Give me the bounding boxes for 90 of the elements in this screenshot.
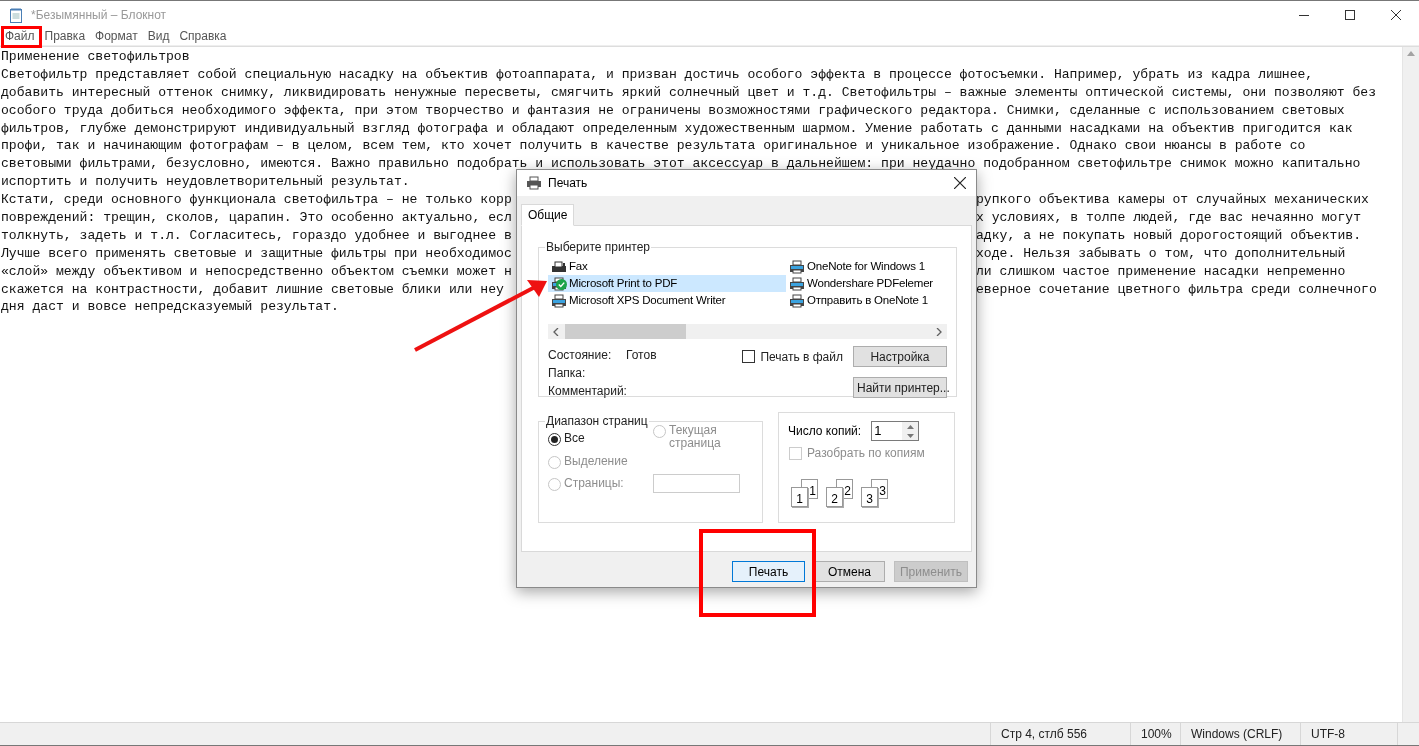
menu-item[interactable]: Файл xyxy=(0,27,40,45)
menu-item[interactable]: Правка xyxy=(39,27,91,45)
menu-item[interactable]: Формат xyxy=(90,27,143,45)
field-label: Число копий: xyxy=(788,423,862,440)
menu-item[interactable]: Вид xyxy=(142,27,175,45)
text-line: световыми фильтрами, безусловно, имеются. Важно правильно подобрать и использовать этот аксессуар в дальнейшем: при неудачно подобранном светофильтре снимок можно капитально xyxy=(1,155,1361,174)
text-line: х условиях, в толпе людей, где вас нечаянно могут xyxy=(976,209,1362,227)
printer-item[interactable]: OneNote for Windows 1 xyxy=(786,258,947,275)
printer-icon xyxy=(789,293,805,308)
printer-list[interactable]: Fax Microsoft Print to PDF Microsoft XPS Document Writer OneNote for Windows 1 Wondershare PDFelemer Отправить в OneNote 1 xyxy=(548,257,947,339)
text-line: особого труда добиться необходимого эффекта, при этом творчество и фантазия не ограничены возможностями графического редактора. Снимки, сделанные с использованием световых xyxy=(1,101,1345,120)
printer-item[interactable]: Wondershare PDFelemer xyxy=(786,275,947,292)
status-text: Windows (CRLF) xyxy=(1191,726,1283,743)
printer-name: OneNote for Windows 1 xyxy=(807,258,925,274)
page-number: 1 xyxy=(809,484,816,498)
printer-item[interactable]: Microsoft XPS Document Writer xyxy=(548,292,786,309)
printer-name: Microsoft Print to PDF xyxy=(569,275,678,291)
window-title: *Безымянный – Блокнот xyxy=(31,6,167,24)
page-number: 3 xyxy=(866,492,873,506)
close-icon[interactable] xyxy=(954,177,966,189)
find-printer-button[interactable]: Найти принтер... xyxy=(853,377,947,398)
text-line: испортить и получить неудовлетворительный результат. xyxy=(1,173,410,192)
group-title: Выберите принтер xyxy=(545,239,651,256)
radio-label: Выделение xyxy=(564,455,629,468)
spin-down-icon[interactable] xyxy=(906,433,914,438)
radio-label: Страницы: xyxy=(564,477,625,490)
text-line: рупкого объектива камеры от случайных механических xyxy=(976,191,1369,209)
text-line: ходе. Нельзя забывать о том, что дополнительный xyxy=(976,244,1346,263)
text-line: «слой» между объективом и непосредственно объектом съемки может н xyxy=(1,263,512,279)
text-line: дня даст и вовсе непредсказуемый результат. xyxy=(1,298,339,317)
printer-name: Wondershare PDFelemer xyxy=(807,275,933,291)
text-line: адку, а не покупать новый дорогостоящий объектив. xyxy=(976,226,1362,245)
spin-up-icon[interactable] xyxy=(906,424,914,429)
status-text: Стр 4, стлб 556 xyxy=(1001,726,1087,743)
scrollbar-thumb[interactable] xyxy=(565,324,686,339)
dialog-button[interactable]: Отмена xyxy=(814,561,885,582)
field-label: Комментарий: xyxy=(548,382,627,400)
text-line: ли слишком частое применение насадки непременно xyxy=(976,262,1346,281)
text-line: Кстати, среди основного функционала светофильтра – не только корр xyxy=(1,192,512,208)
fax-icon xyxy=(551,259,567,274)
page-number: 2 xyxy=(844,484,851,498)
text-line: профи, так и начинающим фотографам – в целом, всем тем, кто хочет получить в качестве результата оригинальное и уникальное изображение. Однако свои нюансы в работе со xyxy=(1,137,1306,156)
radio-button[interactable] xyxy=(548,433,561,446)
radio-label: Текущая страница xyxy=(669,424,722,450)
text-line: повреждений: трещин, сколов, царапин. Это особенно актуально, есл xyxy=(1,210,512,225)
printer-item[interactable]: Microsoft Print to PDF xyxy=(548,275,786,292)
field-value: Готов xyxy=(626,346,657,364)
maximize-icon[interactable] xyxy=(1345,9,1355,20)
printer-item[interactable]: Отправить в OneNote 1 xyxy=(786,292,947,309)
menu-item[interactable]: Справка xyxy=(174,27,232,45)
printer-icon xyxy=(789,276,805,291)
checkbox-label: Разобрать по копиям xyxy=(807,445,925,462)
text-line: Светофильтр представляет собой специальную насадку на объектив фотоаппарата, и призван достичь особого эффекта в процессе фотосъемки. Например, убрать из кадра лишнее, xyxy=(1,65,1314,84)
status-text: UTF-8 xyxy=(1311,726,1345,743)
text-line: фильтров, глубже демонстрируют индивидуальный взгляд фотографа и обладают определенным художественным шармом. Умение работать с данными насадками на объектив пригодится как xyxy=(1,119,1353,138)
printer-name: Отправить в OneNote 1 xyxy=(807,292,928,308)
printer-name: Microsoft XPS Document Writer xyxy=(569,292,726,308)
field-label: Состояние: xyxy=(548,346,613,364)
copies-spinbox[interactable]: 1 xyxy=(871,421,920,441)
page-number: 2 xyxy=(831,492,838,506)
radio-label: Все xyxy=(564,432,586,445)
vertical-scrollbar[interactable] xyxy=(1402,47,1419,722)
dialog-button[interactable]: Печать xyxy=(732,561,805,582)
preferences-button[interactable]: Настройка xyxy=(853,346,947,367)
close-icon[interactable] xyxy=(1391,9,1401,20)
checkbox-label: Печать в файл xyxy=(760,348,843,366)
page-number: 3 xyxy=(879,484,886,498)
text-line: Лучше всего применять световые и защитные фильтры при необходимос xyxy=(1,245,512,261)
pages-input-field[interactable] xyxy=(653,474,740,493)
horizontal-scrollbar[interactable] xyxy=(548,324,947,339)
scroll-up-icon[interactable] xyxy=(1407,51,1415,56)
checkbox[interactable] xyxy=(742,350,756,363)
group-title: Диапазон страниц xyxy=(545,413,649,430)
text-line: Применение светофильтров xyxy=(1,48,190,66)
dialog-title: Печать xyxy=(548,175,588,192)
printer-name: Fax xyxy=(569,258,588,274)
status-text: 100% xyxy=(1141,726,1172,743)
text-line: скажется на контрастности, добавит лишние световые блики или неу xyxy=(1,281,504,297)
notepad-icon xyxy=(8,6,24,23)
page-number: 1 xyxy=(796,492,803,506)
printer-icon xyxy=(789,259,805,274)
field-label: Папка: xyxy=(548,364,586,382)
tab[interactable]: Общие xyxy=(521,204,575,226)
printer-icon xyxy=(526,176,542,190)
text-line: толкнуть, задеть и т.л. Согласитесь, гораздо удобнее и выгоднее в xyxy=(1,227,512,243)
printer-icon xyxy=(551,293,567,308)
highlight-frame xyxy=(1,26,42,48)
printer-item[interactable]: Fax xyxy=(548,258,786,275)
text-line: добавить интересный оттенок снимку, ликвидировать ненужные пересветы, смягчить яркий солнечный цвет и т.д. Светофильтры – важные элементы оптической системы, они позволяют без xyxy=(1,83,1377,102)
text-line: еверное сочетание цветного фильтра среди солнечного xyxy=(976,280,1377,299)
